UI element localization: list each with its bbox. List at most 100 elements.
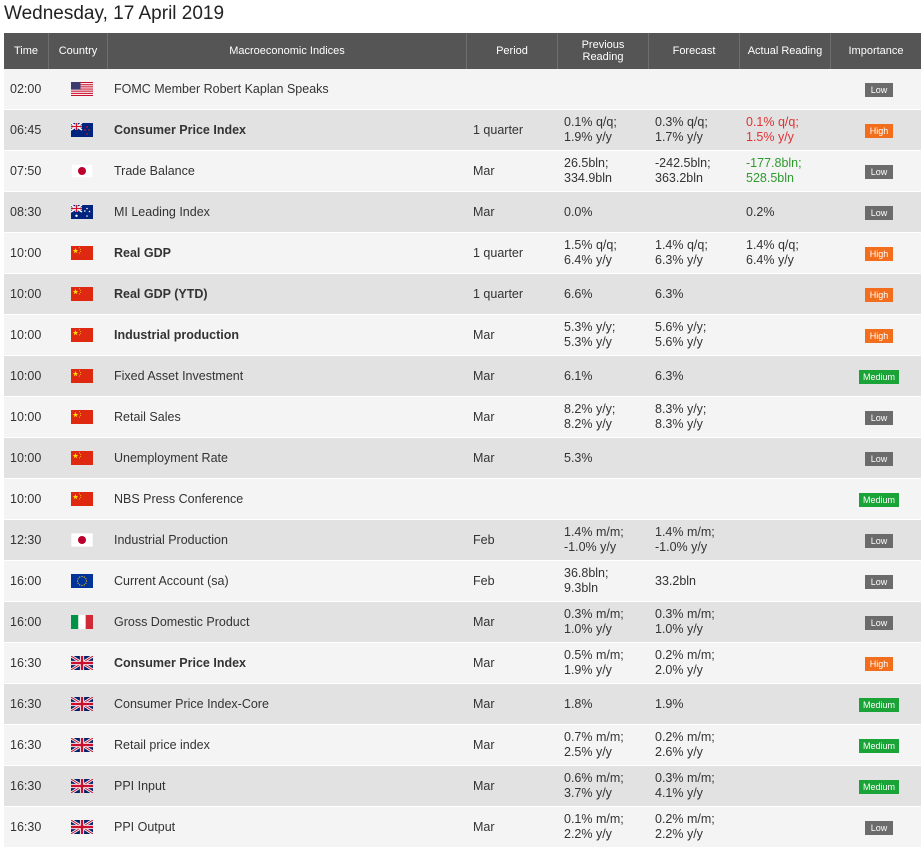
- cell-event[interactable]: Real GDP (YTD): [108, 274, 467, 315]
- cell-period: Mar: [467, 438, 558, 479]
- cell-importance: Low: [831, 520, 921, 561]
- table-row: 16:30 Consumer Price Index-Core Mar 1.8% 1.9…: [4, 684, 921, 725]
- cell-event[interactable]: Retail price index: [108, 725, 467, 766]
- cell-event[interactable]: MI Leading Index: [108, 192, 467, 233]
- table-row: 10:00 NBS Press Conference Medium: [4, 479, 921, 520]
- jp-flag-icon: [70, 164, 93, 179]
- table-row: 10:00 Industrial production Mar 5.3% y/y; 5…: [4, 315, 921, 356]
- cell-event[interactable]: NBS Press Conference: [108, 479, 467, 520]
- jp-flag-icon: [70, 533, 93, 548]
- cell-country: [49, 602, 108, 643]
- importance-badge: Low: [865, 410, 893, 425]
- cell-country: [49, 725, 108, 766]
- cell-event[interactable]: Gross Domestic Product: [108, 602, 467, 643]
- table-row: 10:00 Retail Sales Mar 8.2% y/y; 8.2% y/y 8.…: [4, 397, 921, 438]
- cell-event[interactable]: Trade Balance: [108, 151, 467, 192]
- cell-importance: High: [831, 274, 921, 315]
- cell-time: 16:30: [4, 684, 49, 725]
- cell-importance: High: [831, 315, 921, 356]
- cell-actual: [740, 807, 831, 848]
- cell-event[interactable]: Real GDP: [108, 233, 467, 274]
- cell-actual: [740, 520, 831, 561]
- uk-flag-icon: [70, 820, 93, 835]
- cell-country: [49, 684, 108, 725]
- cell-actual: [740, 479, 831, 520]
- cell-time: 16:00: [4, 561, 49, 602]
- importance-badge: High: [865, 123, 893, 138]
- table-row: 16:30 Retail price index Mar 0.7% m/m; 2.5%…: [4, 725, 921, 766]
- cell-country: [49, 561, 108, 602]
- cell-previous: 0.5% m/m; 1.9% y/y: [558, 643, 649, 684]
- cell-country: [49, 315, 108, 356]
- importance-badge: Medium: [858, 697, 899, 712]
- cell-forecast: 0.3% m/m; 1.0% y/y: [649, 602, 740, 643]
- cell-time: 10:00: [4, 356, 49, 397]
- cell-event[interactable]: FOMC Member Robert Kaplan Speaks: [108, 69, 467, 110]
- cell-previous: 26.5bln; 334.9bln: [558, 151, 649, 192]
- cell-previous: 1.5% q/q; 6.4% y/y: [558, 233, 649, 274]
- cell-forecast: 0.2% m/m; 2.0% y/y: [649, 643, 740, 684]
- cell-importance: High: [831, 110, 921, 151]
- cell-time: 10:00: [4, 233, 49, 274]
- cell-time: 06:45: [4, 110, 49, 151]
- cell-country: [49, 807, 108, 848]
- cell-previous: [558, 479, 649, 520]
- cell-period: Mar: [467, 725, 558, 766]
- cell-forecast: 0.3% q/q; 1.7% y/y: [649, 110, 740, 151]
- cell-event[interactable]: Consumer Price Index: [108, 110, 467, 151]
- cell-previous: 5.3% y/y; 5.3% y/y: [558, 315, 649, 356]
- cell-previous: 1.4% m/m; -1.0% y/y: [558, 520, 649, 561]
- cell-time: 07:50: [4, 151, 49, 192]
- cn-flag-icon: [70, 246, 93, 261]
- cell-forecast: [649, 69, 740, 110]
- cell-period: 1 quarter: [467, 110, 558, 151]
- cell-period: Mar: [467, 315, 558, 356]
- col-header-event: Macroeconomic Indices: [108, 33, 467, 69]
- importance-badge: Low: [865, 615, 893, 630]
- cell-previous: 0.6% m/m; 3.7% y/y: [558, 766, 649, 807]
- cell-importance: Low: [831, 438, 921, 479]
- table-row: 12:30 Industrial Production Feb 1.4% m/m; -…: [4, 520, 921, 561]
- cell-actual: [740, 274, 831, 315]
- cell-forecast: 1.4% q/q; 6.3% y/y: [649, 233, 740, 274]
- cell-event[interactable]: Retail Sales: [108, 397, 467, 438]
- cell-previous: 0.3% m/m; 1.0% y/y: [558, 602, 649, 643]
- cell-period: [467, 479, 558, 520]
- cell-country: [49, 397, 108, 438]
- cell-event[interactable]: Unemployment Rate: [108, 438, 467, 479]
- cell-event[interactable]: Fixed Asset Investment: [108, 356, 467, 397]
- cell-event[interactable]: Consumer Price Index: [108, 643, 467, 684]
- cell-importance: Low: [831, 192, 921, 233]
- cell-importance: Low: [831, 69, 921, 110]
- cell-event[interactable]: PPI Output: [108, 807, 467, 848]
- cell-period: Mar: [467, 602, 558, 643]
- importance-badge: Medium: [858, 369, 899, 384]
- cell-forecast: 0.2% m/m; 2.6% y/y: [649, 725, 740, 766]
- cell-actual: [740, 766, 831, 807]
- importance-badge: Low: [865, 82, 893, 97]
- cell-previous: 1.8%: [558, 684, 649, 725]
- cell-actual: [740, 356, 831, 397]
- cell-importance: Low: [831, 151, 921, 192]
- cell-event[interactable]: Industrial Production: [108, 520, 467, 561]
- cell-event[interactable]: Consumer Price Index-Core: [108, 684, 467, 725]
- table-row: 08:30 MI Leading Index Mar 0.0% 0.2% Low: [4, 192, 921, 233]
- us-flag-icon: [70, 82, 93, 97]
- cell-actual: 1.4% q/q; 6.4% y/y: [740, 233, 831, 274]
- cell-event[interactable]: PPI Input: [108, 766, 467, 807]
- cell-country: [49, 520, 108, 561]
- cell-actual: [740, 561, 831, 602]
- cell-time: 16:30: [4, 643, 49, 684]
- cell-time: 10:00: [4, 315, 49, 356]
- cell-forecast: -242.5bln; 363.2bln: [649, 151, 740, 192]
- cell-period: Feb: [467, 520, 558, 561]
- cell-actual: [740, 643, 831, 684]
- cell-forecast: 6.3%: [649, 274, 740, 315]
- cell-event[interactable]: Industrial production: [108, 315, 467, 356]
- cell-actual: 0.1% q/q; 1.5% y/y: [740, 110, 831, 151]
- cell-forecast: 5.6% y/y; 5.6% y/y: [649, 315, 740, 356]
- importance-badge: Low: [865, 820, 893, 835]
- cell-period: Mar: [467, 684, 558, 725]
- cell-time: 08:30: [4, 192, 49, 233]
- cell-event[interactable]: Current Account (sa): [108, 561, 467, 602]
